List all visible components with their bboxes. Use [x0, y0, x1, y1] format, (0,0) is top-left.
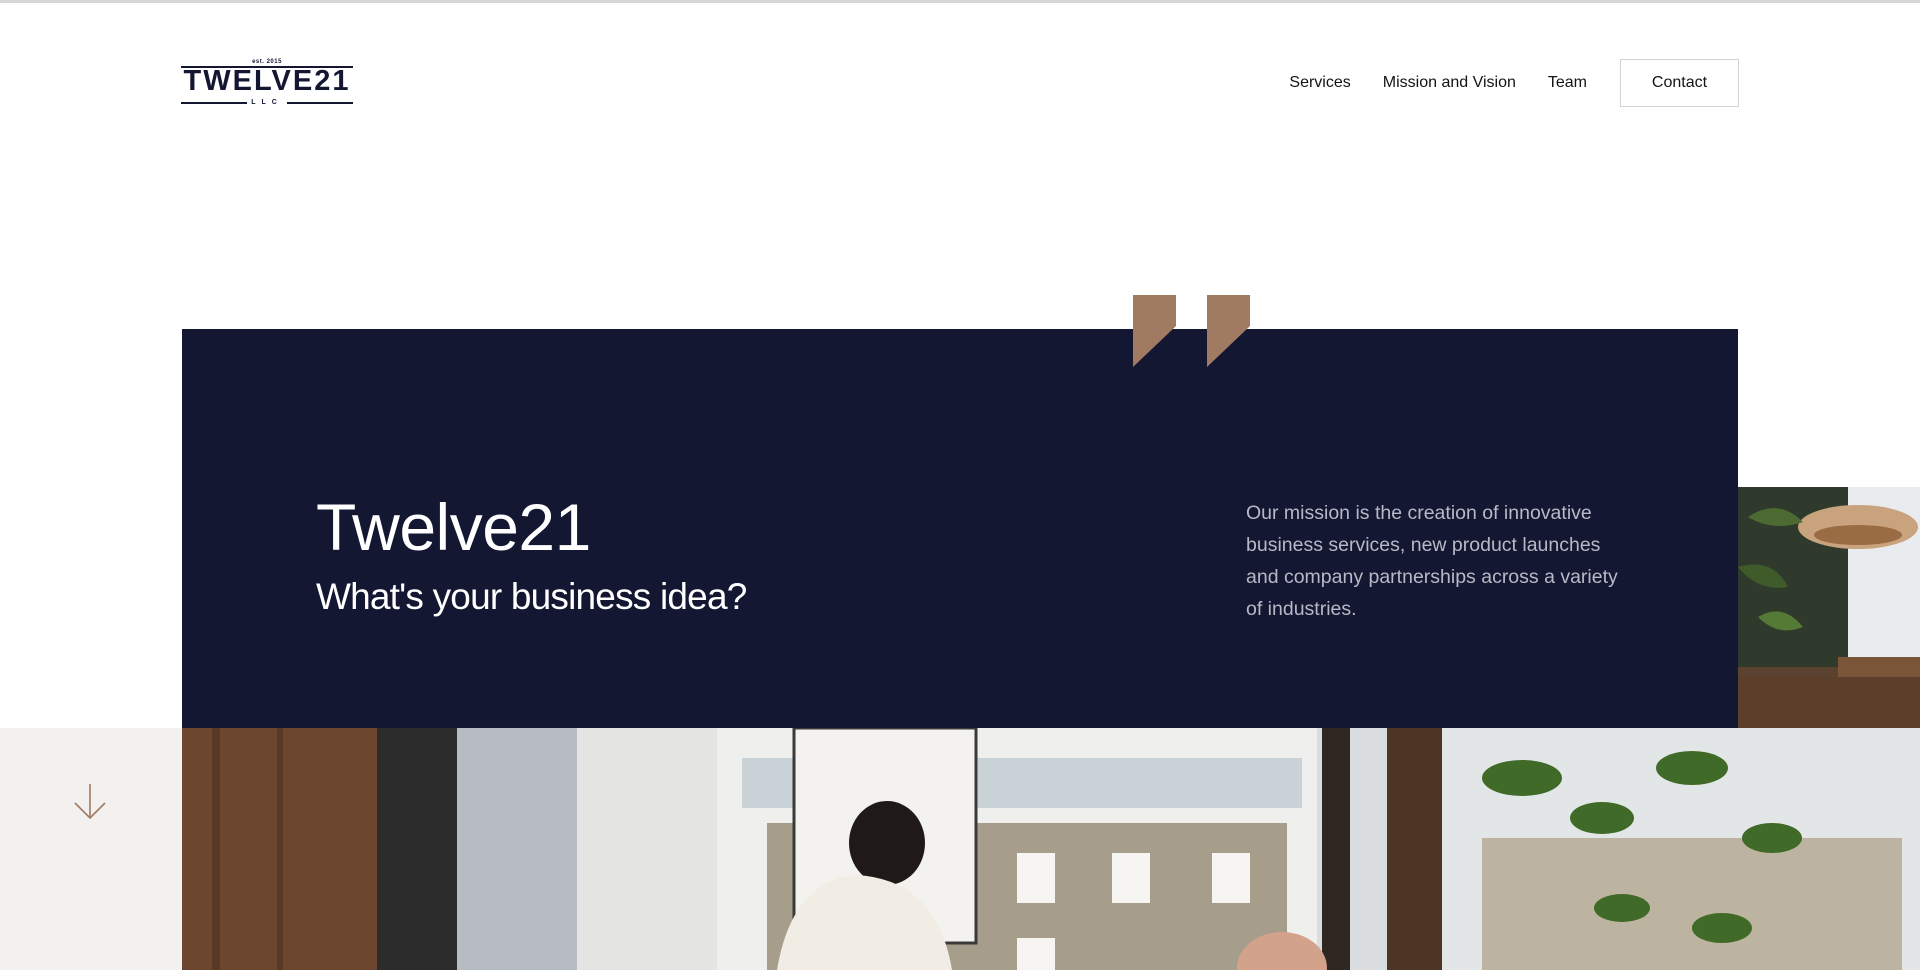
mission-statement: Our mission is the creation of innovativ… [1246, 502, 1618, 620]
main-nav: Services Mission and Vision Team Contact [1257, 58, 1739, 108]
hero-section: Twelve21 What's your business idea? Our … [182, 329, 1738, 728]
top-rule [0, 0, 1920, 3]
nav-item-services[interactable]: Services [1289, 74, 1350, 92]
logo[interactable]: est. 2015 TWELVE21 LLC [181, 58, 353, 108]
hero-title: Twelve21 [316, 490, 591, 564]
office-photo [182, 728, 1920, 970]
side-band [0, 728, 182, 970]
nav-item-mission-and-vision[interactable]: Mission and Vision [1383, 74, 1516, 92]
hero-subtitle: What's your business idea? [316, 576, 747, 617]
contact-button[interactable]: Contact [1620, 59, 1739, 107]
arrow-down-icon[interactable] [72, 782, 108, 822]
office-photo-side [1738, 487, 1920, 747]
logo-wordmark: TWELVE21 [183, 65, 351, 97]
nav-item-team[interactable]: Team [1548, 74, 1587, 92]
quote-icon [1133, 295, 1250, 367]
logo-rule-bottom-right [287, 102, 353, 104]
